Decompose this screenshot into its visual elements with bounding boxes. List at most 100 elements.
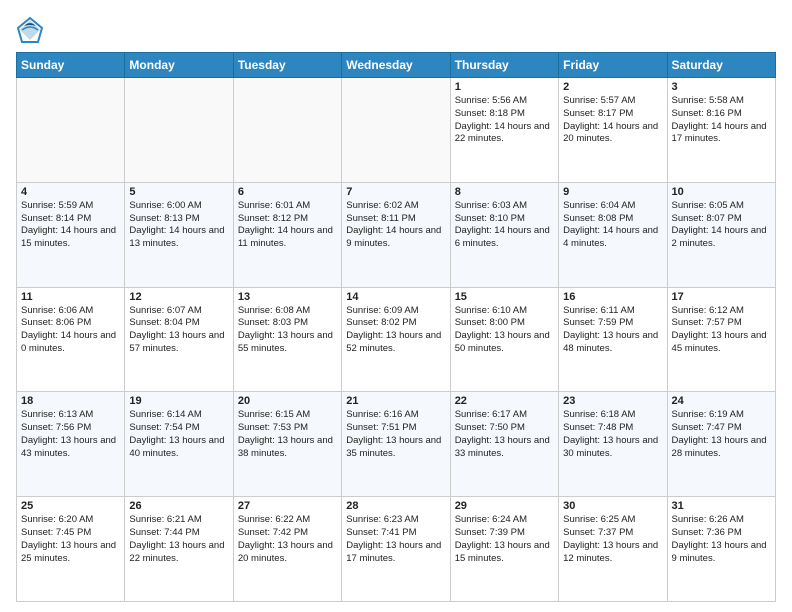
day-number: 29 [455,500,554,512]
weekday-header: Thursday [450,53,558,78]
calendar-cell: 2 Sunrise: 5:57 AM Sunset: 8:17 PM Daylig… [559,78,667,183]
cell-info: Sunrise: 6:15 AM Sunset: 7:53 PM Dayligh… [238,409,337,460]
calendar-cell: 25 Sunrise: 6:20 AM Sunset: 7:45 PM Dayli… [17,497,125,602]
cell-info: Sunrise: 6:01 AM Sunset: 8:12 PM Dayligh… [238,200,337,251]
day-number: 4 [21,186,120,198]
cell-info: Sunrise: 5:57 AM Sunset: 8:17 PM Dayligh… [563,95,662,146]
day-number: 5 [129,186,228,198]
calendar-cell: 16 Sunrise: 6:11 AM Sunset: 7:59 PM Dayli… [559,287,667,392]
cell-info: Sunrise: 6:14 AM Sunset: 7:54 PM Dayligh… [129,409,228,460]
calendar-cell [342,78,450,183]
cell-info: Sunrise: 6:16 AM Sunset: 7:51 PM Dayligh… [346,409,445,460]
calendar-cell: 14 Sunrise: 6:09 AM Sunset: 8:02 PM Dayli… [342,287,450,392]
day-number: 27 [238,500,337,512]
calendar-cell: 28Sunrise: 6:23 AM Sunset: 7:41 PM Dayli… [342,497,450,602]
cell-info: Sunrise: 6:13 AM Sunset: 7:56 PM Dayligh… [21,409,120,460]
logo-icon [16,16,44,44]
calendar-cell: 11Sunrise: 6:06 AM Sunset: 8:06 PM Dayli… [17,287,125,392]
day-number: 30 [563,500,662,512]
calendar-week-row: 4 Sunrise: 5:59 AM Sunset: 8:14 PM Daylig… [17,182,776,287]
day-number: 24 [672,395,771,407]
day-number: 25 [21,500,120,512]
calendar-week-row: 25 Sunrise: 6:20 AM Sunset: 7:45 PM Dayli… [17,497,776,602]
weekday-header: Monday [125,53,233,78]
day-number: 17 [672,291,771,303]
calendar-cell: 1Sunrise: 5:56 AM Sunset: 8:18 PM Daylig… [450,78,558,183]
page: SundayMondayTuesdayWednesdayThursdayFrid… [0,0,792,612]
calendar-week-row: 18Sunrise: 6:13 AM Sunset: 7:56 PM Dayli… [17,392,776,497]
day-number: 31 [672,500,771,512]
day-number: 20 [238,395,337,407]
day-number: 12 [129,291,228,303]
calendar-cell [17,78,125,183]
calendar-cell: 24 Sunrise: 6:19 AM Sunset: 7:47 PM Dayli… [667,392,775,497]
day-number: 9 [563,186,662,198]
calendar-cell: 20 Sunrise: 6:15 AM Sunset: 7:53 PM Dayli… [233,392,341,497]
cell-info: Sunrise: 6:02 AM Sunset: 8:11 PM Dayligh… [346,200,445,251]
cell-info: Sunrise: 6:07 AM Sunset: 8:04 PM Dayligh… [129,305,228,356]
calendar-cell: 29 Sunrise: 6:24 AM Sunset: 7:39 PM Dayli… [450,497,558,602]
day-number: 8 [455,186,554,198]
calendar-cell: 31 Sunrise: 6:26 AM Sunset: 7:36 PM Dayli… [667,497,775,602]
cell-info: Sunrise: 6:22 AM Sunset: 7:42 PM Dayligh… [238,514,337,565]
day-number: 10 [672,186,771,198]
weekday-header: Sunday [17,53,125,78]
cell-info: Sunrise: 6:08 AM Sunset: 8:03 PM Dayligh… [238,305,337,356]
cell-info: Sunrise: 6:20 AM Sunset: 7:45 PM Dayligh… [21,514,120,565]
day-number: 6 [238,186,337,198]
cell-info: Sunrise: 6:19 AM Sunset: 7:47 PM Dayligh… [672,409,771,460]
day-number: 7 [346,186,445,198]
day-number: 14 [346,291,445,303]
day-number: 2 [563,81,662,93]
calendar-cell: 12 Sunrise: 6:07 AM Sunset: 8:04 PM Dayli… [125,287,233,392]
day-number: 28 [346,500,445,512]
calendar-cell: 5 Sunrise: 6:00 AM Sunset: 8:13 PM Daylig… [125,182,233,287]
weekday-header: Friday [559,53,667,78]
calendar-cell: 6 Sunrise: 6:01 AM Sunset: 8:12 PM Daylig… [233,182,341,287]
cell-info: Sunrise: 6:26 AM Sunset: 7:36 PM Dayligh… [672,514,771,565]
cell-info: Sunrise: 6:21 AM Sunset: 7:44 PM Dayligh… [129,514,228,565]
calendar-cell: 22Sunrise: 6:17 AM Sunset: 7:50 PM Dayli… [450,392,558,497]
calendar-cell: 3 Sunrise: 5:58 AM Sunset: 8:16 PM Daylig… [667,78,775,183]
calendar-cell [125,78,233,183]
calendar-cell: 13Sunrise: 6:08 AM Sunset: 8:03 PM Dayli… [233,287,341,392]
calendar-cell: 30 Sunrise: 6:25 AM Sunset: 7:37 PM Dayli… [559,497,667,602]
cell-info: Sunrise: 6:06 AM Sunset: 8:06 PM Dayligh… [21,305,120,356]
cell-info: Sunrise: 5:56 AM Sunset: 8:18 PM Dayligh… [455,95,554,146]
cell-info: Sunrise: 6:03 AM Sunset: 8:10 PM Dayligh… [455,200,554,251]
calendar-cell: 19 Sunrise: 6:14 AM Sunset: 7:54 PM Dayli… [125,392,233,497]
cell-info: Sunrise: 5:58 AM Sunset: 8:16 PM Dayligh… [672,95,771,146]
weekday-header: Saturday [667,53,775,78]
cell-info: Sunrise: 6:05 AM Sunset: 8:07 PM Dayligh… [672,200,771,251]
day-number: 19 [129,395,228,407]
weekday-header-row: SundayMondayTuesdayWednesdayThursdayFrid… [17,53,776,78]
calendar-cell: 21 Sunrise: 6:16 AM Sunset: 7:51 PM Dayli… [342,392,450,497]
day-number: 3 [672,81,771,93]
day-number: 15 [455,291,554,303]
calendar-cell: 23Sunrise: 6:18 AM Sunset: 7:48 PM Dayli… [559,392,667,497]
cell-info: Sunrise: 6:09 AM Sunset: 8:02 PM Dayligh… [346,305,445,356]
calendar-cell: 26 Sunrise: 6:21 AM Sunset: 7:44 PM Dayli… [125,497,233,602]
cell-info: Sunrise: 6:24 AM Sunset: 7:39 PM Dayligh… [455,514,554,565]
calendar-cell: 15 Sunrise: 6:10 AM Sunset: 8:00 PM Dayli… [450,287,558,392]
calendar-cell: 10 Sunrise: 6:05 AM Sunset: 8:07 PM Dayli… [667,182,775,287]
weekday-header: Tuesday [233,53,341,78]
logo [16,16,48,44]
day-number: 23 [563,395,662,407]
day-number: 26 [129,500,228,512]
cell-info: Sunrise: 6:25 AM Sunset: 7:37 PM Dayligh… [563,514,662,565]
calendar-cell [233,78,341,183]
calendar-cell: 27 Sunrise: 6:22 AM Sunset: 7:42 PM Dayli… [233,497,341,602]
cell-info: Sunrise: 6:10 AM Sunset: 8:00 PM Dayligh… [455,305,554,356]
calendar-cell: 9Sunrise: 6:04 AM Sunset: 8:08 PM Daylig… [559,182,667,287]
day-number: 16 [563,291,662,303]
day-number: 21 [346,395,445,407]
calendar-cell: 8 Sunrise: 6:03 AM Sunset: 8:10 PM Daylig… [450,182,558,287]
cell-info: Sunrise: 6:00 AM Sunset: 8:13 PM Dayligh… [129,200,228,251]
calendar-cell: 7 Sunrise: 6:02 AM Sunset: 8:11 PM Daylig… [342,182,450,287]
header [16,16,776,44]
cell-info: Sunrise: 6:11 AM Sunset: 7:59 PM Dayligh… [563,305,662,356]
cell-info: Sunrise: 5:59 AM Sunset: 8:14 PM Dayligh… [21,200,120,251]
calendar-week-row: 11Sunrise: 6:06 AM Sunset: 8:06 PM Dayli… [17,287,776,392]
cell-info: Sunrise: 6:12 AM Sunset: 7:57 PM Dayligh… [672,305,771,356]
